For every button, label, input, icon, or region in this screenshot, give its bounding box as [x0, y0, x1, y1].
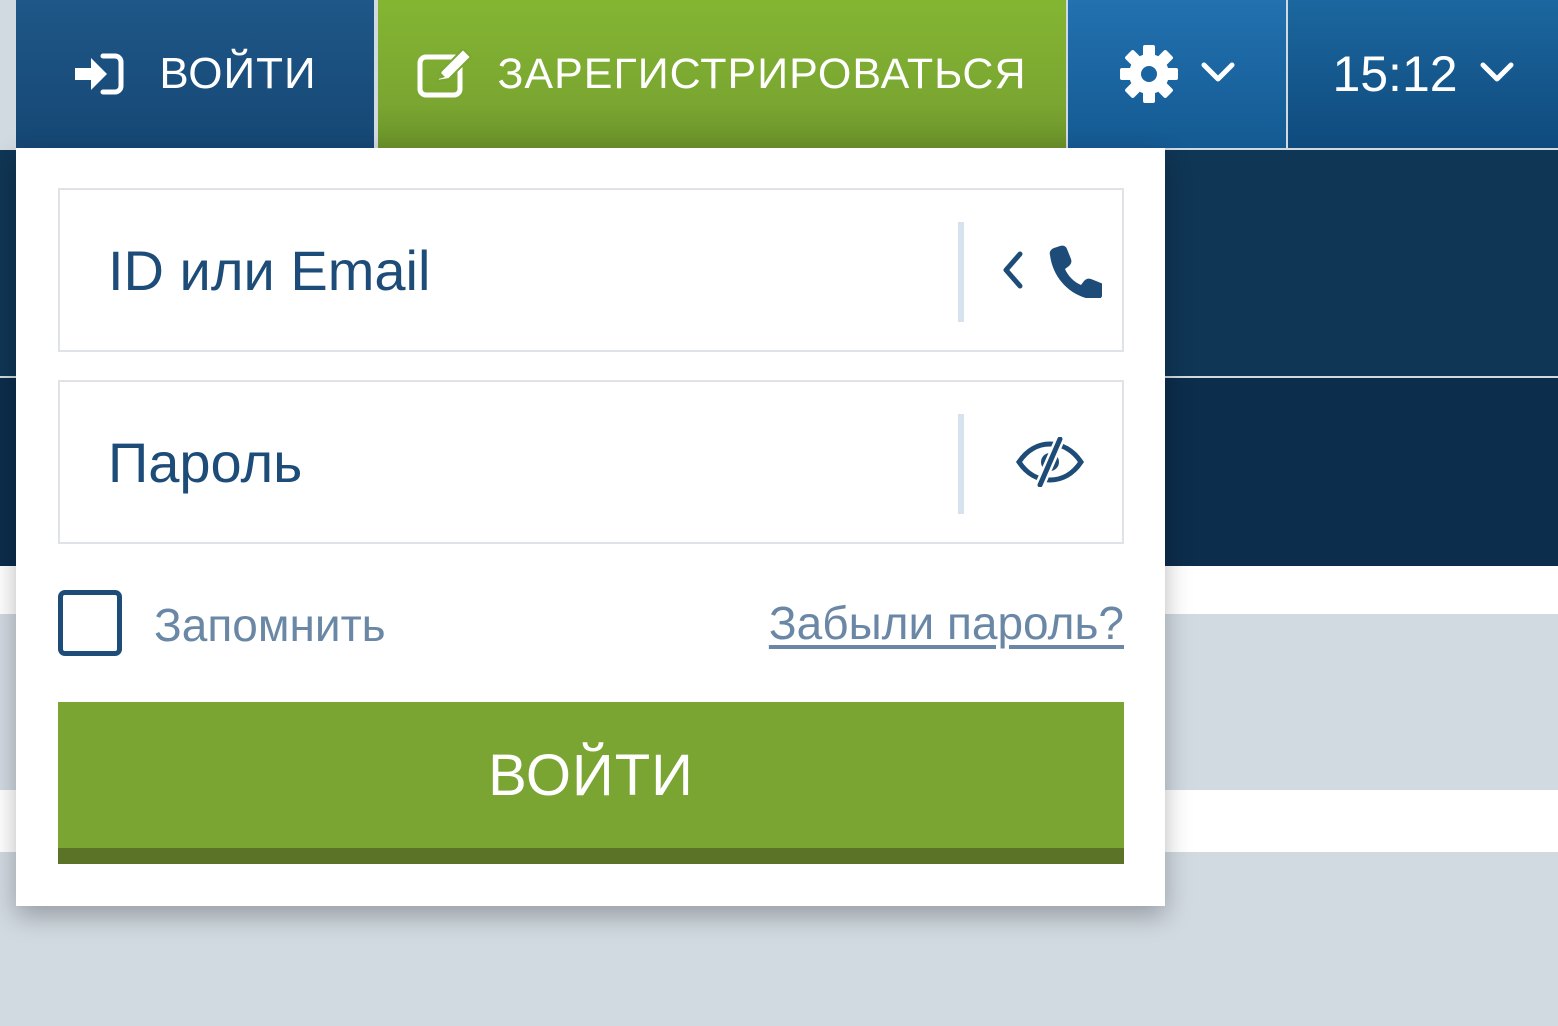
field-divider [958, 414, 964, 514]
password-input[interactable] [108, 382, 928, 542]
settings-menu-button[interactable] [1068, 0, 1286, 148]
edit-icon [417, 49, 475, 99]
sign-in-icon [73, 52, 125, 96]
login-method-switch[interactable] [980, 190, 1120, 350]
eye-slash-icon[interactable] [1016, 437, 1084, 487]
id-email-input[interactable] [108, 190, 928, 350]
top-bar: ВОЙТИ ЗАРЕГИСТРИРОВАТЬСЯ 15:12 [0, 0, 1558, 148]
phone-icon [1046, 242, 1102, 298]
login-submit-button[interactable]: ВОЙТИ [58, 702, 1124, 864]
gear-icon [1119, 44, 1179, 104]
remember-label[interactable]: Запомнить [154, 598, 386, 652]
password-field [58, 380, 1124, 544]
forgot-password-link[interactable]: Забыли пароль? [769, 596, 1124, 650]
chevron-down-icon [1201, 61, 1235, 88]
remember-row: Запомнить Забыли пароль? [58, 590, 1124, 660]
login-dropdown: Запомнить Забыли пароль? ВОЙТИ [16, 148, 1165, 906]
login-toggle-button[interactable]: ВОЙТИ [16, 0, 374, 148]
chevron-down-icon [1480, 61, 1514, 88]
register-label: ЗАРЕГИСТРИРОВАТЬСЯ [497, 49, 1027, 98]
chevron-left-icon [998, 248, 1028, 292]
field-divider [958, 222, 964, 322]
id-email-field [58, 188, 1124, 352]
remember-checkbox[interactable] [58, 590, 122, 656]
login-toggle-label: ВОЙТИ [159, 49, 317, 98]
time-menu-button[interactable]: 15:12 [1288, 0, 1558, 148]
register-button[interactable]: ЗАРЕГИСТРИРОВАТЬСЯ [378, 0, 1066, 148]
clock-time: 15:12 [1332, 46, 1458, 102]
